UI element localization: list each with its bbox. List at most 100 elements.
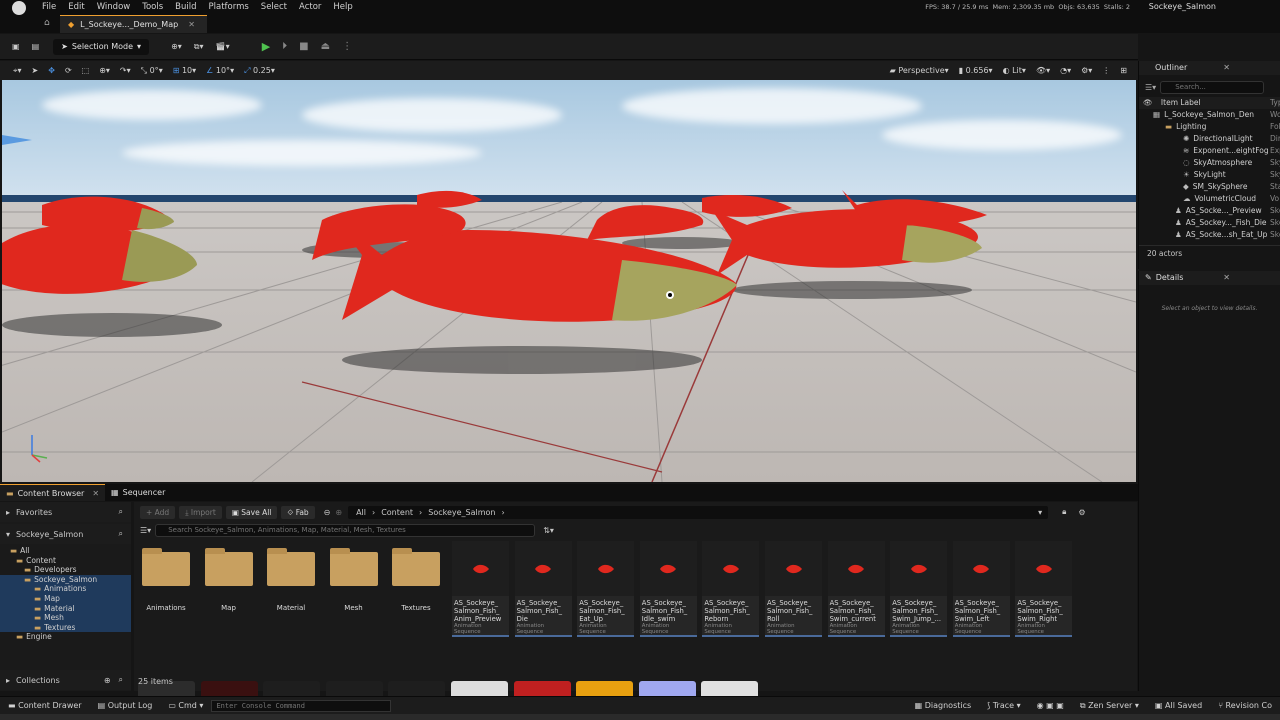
lit-dropdown[interactable]: ◐ Lit▾ — [998, 61, 1031, 80]
grid-snap[interactable]: ⊞ 10▾ — [168, 61, 201, 80]
asset-tile[interactable]: AS_Sockeye_ Salmon_Fish_ Die Animation Sequ… — [514, 541, 572, 637]
folder-tree-item[interactable]: ▬ Animations — [0, 584, 131, 594]
asset-tile[interactable]: AS_Sockeye_ Salmon_Fish_ Swim_Right Animati… — [1015, 541, 1073, 637]
world-icon[interactable]: ⊕▾ — [94, 61, 115, 80]
folder-tile[interactable]: Textures — [388, 542, 444, 612]
filter-icon[interactable]: ☰▾ — [1145, 83, 1156, 92]
project-root-header[interactable]: ▾ Sockeye_Salmon ⌕ — [0, 524, 131, 544]
tab-level-map[interactable]: ◆ L_Sockeye..._Demo_Map ✕ — [60, 15, 207, 33]
menu-help[interactable]: Help — [327, 0, 358, 15]
outliner-row[interactable]: ≋Exponent...eightFogExp — [1139, 145, 1280, 157]
search-icon[interactable]: ⌕ — [119, 529, 123, 539]
add-actor-icon[interactable]: ⊕▾ — [165, 39, 188, 55]
blueprint-icon[interactable]: ⧉▾ — [188, 39, 210, 55]
more-icon[interactable]: ⋮ — [1097, 61, 1115, 80]
outliner-search-input[interactable] — [1160, 80, 1265, 94]
lock-icon[interactable]: 🔒︎ — [1062, 507, 1066, 517]
outliner-row[interactable]: ✺ DirectionalLight Dir — [1139, 133, 1280, 145]
asset-tile[interactable]: AS_Sockeye_ Salmon_Fish_ Swim_current Anima… — [827, 541, 885, 637]
visibility-icon[interactable]: 👁︎ — [1143, 98, 1153, 107]
tab-content-browser[interactable]: ▬ Content Browser ✕ — [0, 484, 106, 502]
folder-tree-item[interactable]: ▬ Developers — [0, 565, 131, 575]
scale-icon[interactable]: ⬚ — [77, 61, 95, 80]
select-icon[interactable]: ➤ — [27, 61, 44, 80]
unreal-logo-icon[interactable] — [12, 0, 26, 15]
asset-tile[interactable]: AS_Sockeye_ Salmon_Fish_ Eat_Up Animation S… — [577, 541, 635, 637]
menu-file[interactable]: File — [36, 0, 62, 15]
play-button[interactable]: ▶ — [256, 39, 276, 55]
output-log-button[interactable]: ▤ Output Log — [90, 697, 161, 714]
outliner-row[interactable]: ♟AS_Socke..._PreviewSke — [1139, 205, 1280, 217]
folder-tree-item[interactable]: ▬ Engine — [0, 632, 131, 642]
menu-tools[interactable]: Tools — [136, 0, 169, 15]
fov-dropdown[interactable]: ▮ 0.656▾ — [954, 61, 998, 80]
fab-button[interactable]: ⟐ Fab — [281, 505, 315, 519]
cinematics-icon[interactable]: 🎬︎▾ — [210, 39, 236, 55]
browse-icon[interactable]: ▤ — [26, 39, 46, 55]
close-tab-icon[interactable]: ✕ — [188, 16, 195, 33]
search-icon[interactable]: ⌕ — [119, 507, 123, 517]
outliner-row[interactable]: ◆SM_SkySphereSta — [1139, 181, 1280, 193]
level-viewport[interactable] — [2, 80, 1136, 482]
folder-tree-item[interactable]: ▬ All — [0, 546, 131, 556]
chevron-down-icon[interactable]: ▾ — [1038, 508, 1042, 517]
save-icon[interactable]: ▣ — [6, 39, 26, 55]
trace-controls[interactable]: ◉ ▣ ▣ — [1029, 697, 1072, 714]
asset-tile[interactable]: AS_Sockeye_ Salmon_Fish_ Anim_Preview Anima… — [452, 541, 509, 637]
menu-actor[interactable]: Actor — [293, 0, 327, 15]
stop-button[interactable]: ■ — [293, 39, 314, 55]
asset-tile[interactable]: AS_Sockeye_ Salmon_Fish_ Swim_Left Animatio… — [952, 541, 1010, 637]
import-button[interactable]: ⤓ Import — [179, 505, 222, 519]
trace-dropdown[interactable]: ⟆ Trace ▾ — [979, 697, 1028, 714]
all-saved-button[interactable]: ▣ All Saved — [1147, 697, 1210, 714]
forward-icon[interactable]: ⊕ — [335, 508, 342, 517]
filter-icon[interactable]: ☰▾ — [140, 526, 151, 535]
camera-icon[interactable]: ◔▾ — [1055, 61, 1076, 80]
settings-icon[interactable]: ⚙▾ — [1076, 61, 1097, 80]
folder-tree-item[interactable]: ▬ Sockeye_Salmon — [0, 574, 131, 585]
asset-tile[interactable]: AS_Sockeye_ Salmon_Fish_ Reborn Animation S… — [702, 541, 760, 637]
folder-tree-item[interactable]: ▬ Material — [0, 603, 131, 614]
outliner-row[interactable]: ☁ VolumetricCloud Vo — [1139, 193, 1280, 205]
asset-tile[interactable]: AS_Sockeye_ Salmon_Fish_ Roll Animation Seq… — [765, 541, 822, 637]
step-button[interactable]: ⏵ — [276, 39, 293, 55]
menu-build[interactable]: Build — [169, 0, 202, 15]
folder-tile[interactable]: Mesh — [326, 542, 382, 612]
outliner-row[interactable]: ☀SkyLightSky — [1139, 169, 1280, 181]
zen-server-button[interactable]: ⧉ Zen Server ▾ — [1072, 697, 1147, 714]
menu-edit[interactable]: Edit — [62, 0, 90, 15]
move-icon[interactable]: ✥ — [43, 61, 60, 80]
breadcrumb-all[interactable]: All — [356, 508, 366, 517]
cmd-dropdown[interactable]: ▭ Cmd ▾ — [160, 697, 211, 714]
asset-tile[interactable]: AS_Sockeye_ Salmon_Fish_ Idle_swim Animatio… — [639, 541, 697, 637]
settings-icon[interactable]: ⚙ — [1078, 508, 1085, 517]
sort-icon[interactable]: ⇅▾ — [543, 526, 554, 535]
breadcrumb-content[interactable]: Content — [381, 508, 413, 517]
collections-header[interactable]: ▸ Collections ⊕ ⌕ — [0, 670, 131, 690]
layout-icon[interactable]: ⊞ — [1115, 61, 1132, 80]
play-options-icon[interactable]: ⋮ — [336, 39, 358, 55]
close-tab-icon[interactable]: ✕ — [92, 485, 99, 502]
home-icon[interactable]: ⌂ — [44, 18, 50, 28]
content-search-input[interactable] — [155, 523, 536, 537]
folder-tile[interactable]: Map — [201, 542, 257, 612]
breadcrumb-sockeye[interactable]: Sockeye_Salmon — [428, 508, 495, 517]
rotation-snap[interactable]: ⤡ 0°▾ — [136, 61, 168, 80]
rotate-icon[interactable]: ⟳ — [60, 61, 77, 80]
asset-tile[interactable]: AS_Sockeye_ Salmon_Fish_ Swim_Jump_... Anim… — [890, 541, 948, 637]
menu-platforms[interactable]: Platforms — [203, 0, 255, 15]
menu-window[interactable]: Window — [91, 0, 137, 15]
folder-tree-item[interactable]: ▬ Textures — [0, 622, 131, 633]
outliner-row[interactable]: ◌SkyAtmosphereSky — [1139, 157, 1280, 169]
revision-control-button[interactable]: ⑂ Revision Co — [1210, 697, 1280, 714]
outliner-row[interactable]: ▦ L_Sockeye_Salmon_Den Wo — [1139, 109, 1280, 121]
back-icon[interactable]: ⊖ — [324, 508, 331, 517]
search-icon[interactable]: ⌕ — [119, 675, 123, 685]
folder-tree-item[interactable]: ▬ Mesh — [0, 613, 131, 623]
save-all-button[interactable]: ▣ Save All — [225, 505, 278, 519]
console-input[interactable] — [211, 699, 392, 712]
scale-snap[interactable]: ⤢ 0.25▾ — [239, 61, 280, 80]
close-icon[interactable]: ✕ — [1223, 61, 1230, 75]
tab-sequencer[interactable]: ▦ Sequencer — [105, 484, 171, 501]
diagnostics-button[interactable]: ▦ Diagnostics — [907, 697, 980, 714]
